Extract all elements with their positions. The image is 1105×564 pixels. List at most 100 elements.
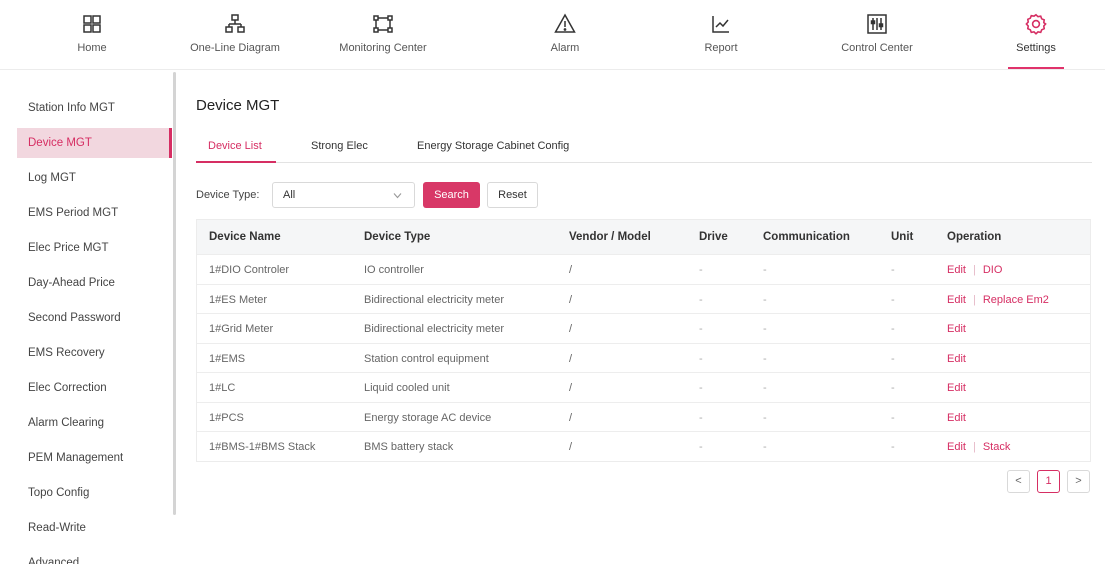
sidebar-item-ems-recovery[interactable]: EMS Recovery (17, 338, 172, 368)
cell-unit: - (891, 352, 895, 365)
device-type-value: All (283, 189, 296, 201)
sidebar-item-ems-period-mgt[interactable]: EMS Period MGT (17, 198, 172, 228)
nav-label: Control Center (841, 42, 913, 54)
cell-vendor: / (569, 411, 573, 424)
cell-comm: - (763, 411, 767, 424)
active-tab-underline (196, 161, 276, 163)
operation-link-replace-em2[interactable]: Replace Em2 (983, 294, 1049, 306)
cell-unit: - (891, 411, 895, 424)
nav-monitoring-center[interactable]: Monitoring Center (323, 0, 443, 70)
operation-separator: | (972, 293, 976, 306)
cell-drive: - (699, 264, 703, 276)
pagination-next-button[interactable]: > (1067, 470, 1090, 493)
tab-strong-elec[interactable]: Strong Elec (311, 140, 368, 152)
gear-icon (1025, 13, 1047, 35)
search-button[interactable]: Search (423, 182, 480, 208)
cell-drive: - (699, 293, 703, 306)
cell-comm: - (763, 441, 767, 453)
cell-vendor: / (569, 441, 573, 453)
cell-vendor: / (569, 352, 573, 365)
operation-link-stack[interactable]: Stack (983, 441, 1011, 453)
tab-energy-storage-cabinet-config[interactable]: Energy Storage Cabinet Config (417, 140, 569, 152)
sidebar-scrollbar[interactable] (173, 72, 176, 515)
sidebar-item-read-write[interactable]: Read-Write (17, 513, 172, 543)
cell-type: BMS battery stack (364, 441, 454, 453)
pagination-prev-button[interactable]: < (1007, 470, 1030, 493)
operation-link-dio[interactable]: DIO (983, 264, 1003, 276)
column-header: Operation (947, 231, 1002, 243)
sidebar-item-station-info-mgt[interactable]: Station Info MGT (17, 93, 172, 123)
cell-comm: - (763, 264, 767, 276)
cell-unit: - (891, 264, 895, 276)
cell-operation: Edit | Replace Em2 (947, 294, 1049, 306)
sidebar-item-topo-config[interactable]: Topo Config (17, 478, 172, 508)
sidebar-item-alarm-clearing[interactable]: Alarm Clearing (17, 408, 172, 438)
operation-link-edit[interactable]: Edit (947, 353, 966, 365)
operation-link-edit[interactable]: Edit (947, 382, 966, 394)
cell-name: 1#DIO Controler (209, 264, 290, 276)
top-navigation: Home One-Line Diagram Monitoring Center … (0, 0, 1105, 70)
sidebar-item-pem-management[interactable]: PEM Management (17, 443, 172, 473)
sidebar-item-elec-correction[interactable]: Elec Correction (17, 373, 172, 403)
cell-unit: - (891, 382, 895, 394)
table-body: 1#DIO Controler IO controller / - - - Edit | DIO… (197, 254, 1090, 461)
chevron-down-icon (393, 193, 402, 199)
nav-label: Report (704, 42, 738, 54)
sidebar-item-day-ahead-price[interactable]: Day-Ahead Price (17, 268, 172, 298)
column-header: Unit (891, 231, 914, 243)
table-row: 1#Grid Meter Bidirectional electricity me… (197, 313, 1090, 343)
table-row: 1#EMS Station control equipment / - - - Edit (197, 342, 1090, 373)
page-title: Device MGT (196, 97, 280, 114)
cell-type: Energy storage AC device (364, 411, 492, 424)
operation-link-edit[interactable]: Edit (947, 412, 966, 424)
cell-drive: - (699, 323, 703, 335)
cell-unit: - (891, 293, 895, 306)
table-header: Device Name Device Type Vendor / Model D… (197, 220, 1090, 254)
nav-label: Settings (1016, 42, 1056, 54)
nav-report[interactable]: Report (661, 0, 781, 70)
tab-device-list[interactable]: Device List (208, 140, 262, 152)
sliders-icon (867, 14, 887, 34)
operation-link-edit[interactable]: Edit (947, 264, 966, 276)
column-header: Communication (763, 231, 850, 243)
network-icon (225, 14, 245, 33)
active-nav-underline (1008, 67, 1064, 69)
cell-name: 1#Grid Meter (209, 323, 274, 335)
monitor-frame-icon (373, 15, 393, 33)
nav-settings[interactable]: Settings (976, 0, 1096, 70)
nav-label: Home (77, 42, 107, 54)
cell-operation: Edit (947, 382, 966, 394)
operation-link-edit[interactable]: Edit (947, 441, 966, 453)
cell-comm: - (763, 352, 767, 365)
sidebar-item-elec-price-mgt[interactable]: Elec Price MGT (17, 233, 172, 263)
cell-name: 1#ES Meter (209, 293, 268, 306)
operation-link-edit[interactable]: Edit (947, 323, 966, 335)
cell-unit: - (891, 441, 895, 453)
cell-name: 1#LC (209, 382, 236, 394)
nav-alarm[interactable]: Alarm (505, 0, 625, 70)
reset-button[interactable]: Reset (487, 182, 538, 208)
pagination-page-1[interactable]: 1 (1037, 470, 1060, 493)
sidebar-item-second-password[interactable]: Second Password (17, 303, 172, 333)
cell-type: Bidirectional electricity meter (364, 323, 504, 335)
table-row: 1#BMS-1#BMS Stack BMS battery stack / - - - Ed… (197, 431, 1090, 461)
sidebar-item-advanced[interactable]: Advanced (17, 548, 172, 564)
sidebar-item-log-mgt[interactable]: Log MGT (17, 163, 172, 193)
nav-control-center[interactable]: Control Center (817, 0, 937, 70)
table-row: 1#ES Meter Bidirectional electricity mete… (197, 283, 1090, 314)
operation-link-edit[interactable]: Edit (947, 294, 966, 306)
cell-type: Station control equipment (364, 352, 489, 365)
device-type-select[interactable]: All (272, 182, 415, 208)
cell-name: 1#EMS (209, 352, 246, 365)
device-table: Device Name Device Type Vendor / Model D… (196, 219, 1091, 462)
column-header: Vendor / Model (569, 231, 651, 243)
cell-unit: - (891, 323, 895, 335)
cell-drive: - (699, 382, 703, 394)
cell-operation: Edit (947, 323, 966, 335)
sidebar-item-device-mgt[interactable]: Device MGT (17, 128, 172, 158)
nav-home[interactable]: Home (32, 0, 152, 70)
cell-comm: - (763, 382, 767, 394)
cell-operation: Edit (947, 353, 966, 365)
nav-one-line-diagram[interactable]: One-Line Diagram (175, 0, 295, 70)
cell-vendor: / (569, 293, 573, 306)
